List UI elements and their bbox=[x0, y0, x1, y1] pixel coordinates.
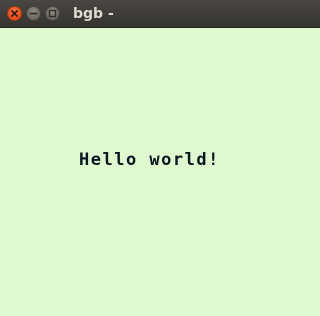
screen-text: Hello world! bbox=[79, 150, 220, 170]
emulator-window: bgb - Hello world! bbox=[0, 0, 320, 316]
close-button[interactable] bbox=[7, 6, 22, 21]
minimize-icon bbox=[29, 12, 38, 15]
title-bar[interactable]: bgb - bbox=[0, 0, 320, 28]
game-screen[interactable]: Hello world! bbox=[0, 28, 320, 316]
minimize-button[interactable] bbox=[26, 6, 41, 21]
maximize-button[interactable] bbox=[45, 6, 60, 21]
close-icon bbox=[11, 10, 18, 17]
maximize-icon bbox=[48, 9, 57, 18]
window-title: bgb - bbox=[73, 6, 114, 22]
